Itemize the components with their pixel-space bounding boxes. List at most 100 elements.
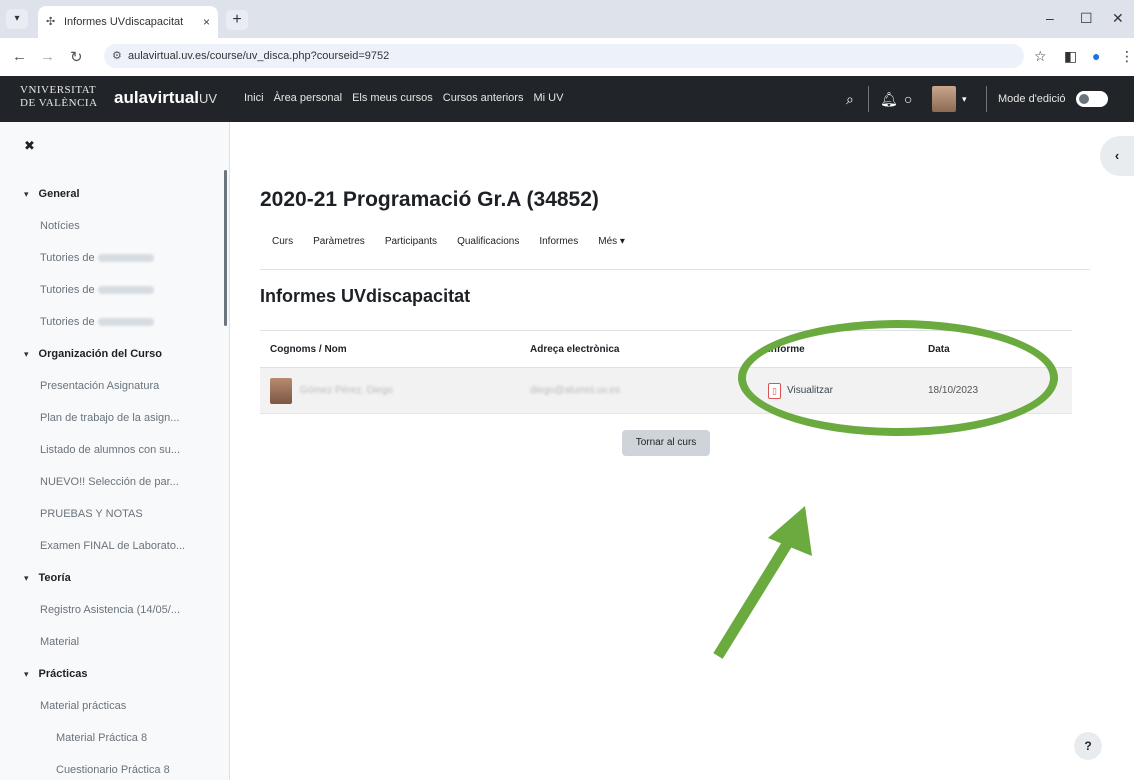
tab-search-icon[interactable]: ▾: [6, 9, 28, 29]
nav-mi-uv[interactable]: Mi UV: [533, 92, 563, 104]
reload-icon[interactable]: ↻: [70, 48, 83, 66]
scrollbar[interactable]: [224, 170, 227, 326]
sidebar-item-label: PRUEBAS Y NOTAS: [40, 508, 143, 520]
tab-curs[interactable]: Curs: [272, 236, 293, 247]
tab-qualificacions[interactable]: Qualificacions: [457, 236, 519, 247]
sidebar-item[interactable]: PRUEBAS Y NOTAS: [0, 498, 224, 530]
side-panel-icon[interactable]: ◧: [1064, 48, 1077, 65]
avatar[interactable]: [932, 86, 956, 112]
tab-close-icon[interactable]: ×: [203, 15, 210, 29]
column-header-name[interactable]: Cognoms / Nom: [260, 344, 530, 355]
page-title: 2020-21 Programació Gr.A (34852): [260, 188, 599, 211]
sidebar-section[interactable]: ▾ Organización del Curso: [0, 338, 224, 370]
sidebar-item-label: Material Práctica 8: [56, 732, 148, 744]
column-header-date: Data: [928, 343, 950, 355]
favicon-icon: ✣: [46, 16, 56, 28]
nav-divider-1: [868, 76, 869, 122]
view-report-link[interactable]: Visualitzar: [787, 385, 833, 396]
sidebar-item[interactable]: Tutories de: [0, 274, 224, 306]
tab-parametres[interactable]: Paràmetres: [313, 236, 365, 247]
maximize-icon[interactable]: ☐: [1080, 10, 1093, 27]
site-info-icon[interactable]: ⚙: [112, 44, 122, 68]
new-tab-button[interactable]: +: [226, 10, 248, 30]
chevron-down-icon[interactable]: ▾: [24, 189, 29, 200]
edit-mode: Mode d'edició: [998, 76, 1066, 122]
nav-area-personal[interactable]: Àrea personal: [274, 92, 343, 104]
sidebar-item[interactable]: Material prácticas: [0, 690, 224, 722]
annotation-arrow-icon: [713, 506, 812, 659]
bookmark-star-icon[interactable]: ☆: [1034, 48, 1047, 65]
redacted-text: [97, 318, 154, 326]
sidebar-item-label: Material: [40, 636, 80, 648]
help-icon[interactable]: ?: [1074, 732, 1102, 760]
browser-tab[interactable]: ✣ Informes UVdiscapacitat ×: [38, 6, 218, 38]
forward-arrow-icon[interactable]: →: [40, 48, 55, 65]
student-email: diego@alumni.uv.es: [530, 385, 621, 396]
sidebar-item[interactable]: Plan de trabajo de la asign...: [0, 402, 224, 434]
back-arrow-icon[interactable]: ←: [12, 48, 27, 65]
chevron-down-icon[interactable]: ▾: [24, 349, 29, 360]
tab-mes[interactable]: Més ▾: [598, 236, 625, 247]
cell-report: ▯ Visualitzar: [768, 382, 928, 399]
profile-icon[interactable]: ●: [1092, 48, 1100, 64]
column-header-email[interactable]: Adreça electrònica: [530, 344, 768, 355]
sidebar-item[interactable]: Registro Asistencia (14/05/...: [0, 594, 224, 626]
nav-inici[interactable]: Inici: [244, 92, 264, 104]
sidebar-item-label: Material prácticas: [40, 700, 127, 712]
sidebar-section[interactable]: ▾ Prácticas: [0, 658, 224, 690]
sidebar-item[interactable]: Material: [0, 626, 224, 658]
university-logo[interactable]: VNIVERSITAT DE VALÈNCIA: [20, 84, 104, 110]
sidebar-section[interactable]: ▾ Teoría: [0, 562, 224, 594]
edit-mode-toggle[interactable]: [1076, 91, 1108, 107]
sidebar-item[interactable]: Notícies: [0, 210, 224, 242]
sidebar-section[interactable]: ▾ General: [0, 178, 224, 210]
toggle-knob: [1079, 94, 1089, 104]
aulavirtual-logo-uv: UV: [199, 91, 218, 106]
close-drawer-icon[interactable]: ✖: [24, 138, 35, 154]
window-close-icon[interactable]: ✕: [1112, 10, 1124, 27]
nav-notifications: 🔔︎: [880, 76, 898, 122]
user-menu[interactable]: [932, 76, 956, 122]
edit-mode-switch: [1076, 76, 1108, 122]
student-name[interactable]: Gómez Pérez, Diego: [300, 385, 393, 396]
arrow-shaft: [713, 533, 797, 659]
sidebar-item-label: Plan de trabajo de la asign...: [40, 412, 180, 424]
sidebar-item[interactable]: Presentación Asignatura: [0, 370, 224, 402]
tab-participants[interactable]: Participants: [385, 236, 437, 247]
sidebar-item[interactable]: Material Práctica 8: [0, 722, 224, 754]
course-secondary-nav: Curs Paràmetres Participants Qualificaci…: [260, 230, 1090, 270]
pdf-file-icon[interactable]: ▯: [768, 382, 781, 399]
sidebar-item[interactable]: Cuestionario Práctica 8: [0, 754, 224, 780]
sidebar-item-label: Tutories de: [40, 252, 95, 264]
sidebar-item[interactable]: Listado de alumnos con su...: [0, 434, 224, 466]
divider: [868, 86, 869, 112]
sidebar-item[interactable]: NUEVO!! Selección de par...: [0, 466, 224, 498]
sidebar-section-label: Organización del Curso: [38, 348, 162, 360]
url-field[interactable]: ⚙ aulavirtual.uv.es/course/uv_disca.php?…: [104, 44, 1024, 68]
bell-icon[interactable]: 🔔︎: [880, 91, 898, 108]
chevron-down-icon[interactable]: ▾: [24, 669, 29, 680]
sidebar-item-label: Presentación Asignatura: [40, 380, 160, 392]
sidebar-item[interactable]: Tutories de: [0, 306, 224, 338]
sidebar-item[interactable]: Tutories de: [0, 242, 224, 274]
aulavirtual-logo-text: aulavirtual: [114, 88, 200, 107]
sidebar-item-label: NUEVO!! Selección de par...: [40, 476, 179, 488]
nav-els-meus-cursos[interactable]: Els meus cursos: [352, 92, 433, 104]
sidebar-item-label: Tutories de: [40, 316, 95, 328]
sidebar-item[interactable]: Examen FINAL de Laborato...: [0, 530, 224, 562]
chat-bubble-icon[interactable]: ○: [904, 91, 912, 107]
search-icon[interactable]: ⌕: [846, 91, 854, 108]
aulavirtual-logo[interactable]: aulavirtualUV: [114, 88, 217, 108]
tab-informes[interactable]: Informes: [539, 236, 578, 247]
report-heading: Informes UVdiscapacitat: [260, 286, 471, 306]
column-header-report: Informe: [768, 343, 805, 355]
browser-menu-icon[interactable]: ⋮: [1120, 48, 1134, 65]
back-to-course-button[interactable]: Tornar al curs: [622, 430, 710, 456]
minimize-icon[interactable]: –: [1046, 10, 1054, 26]
block-drawer-toggle-icon[interactable]: ‹: [1100, 136, 1134, 176]
chevron-down-icon[interactable]: ▾: [962, 94, 967, 105]
arrow-head: [768, 506, 812, 556]
chevron-down-icon[interactable]: ▾: [24, 573, 29, 584]
nav-cursos-anteriors[interactable]: Cursos anteriors: [443, 92, 524, 104]
edit-mode-label: Mode d'edició: [998, 93, 1066, 105]
